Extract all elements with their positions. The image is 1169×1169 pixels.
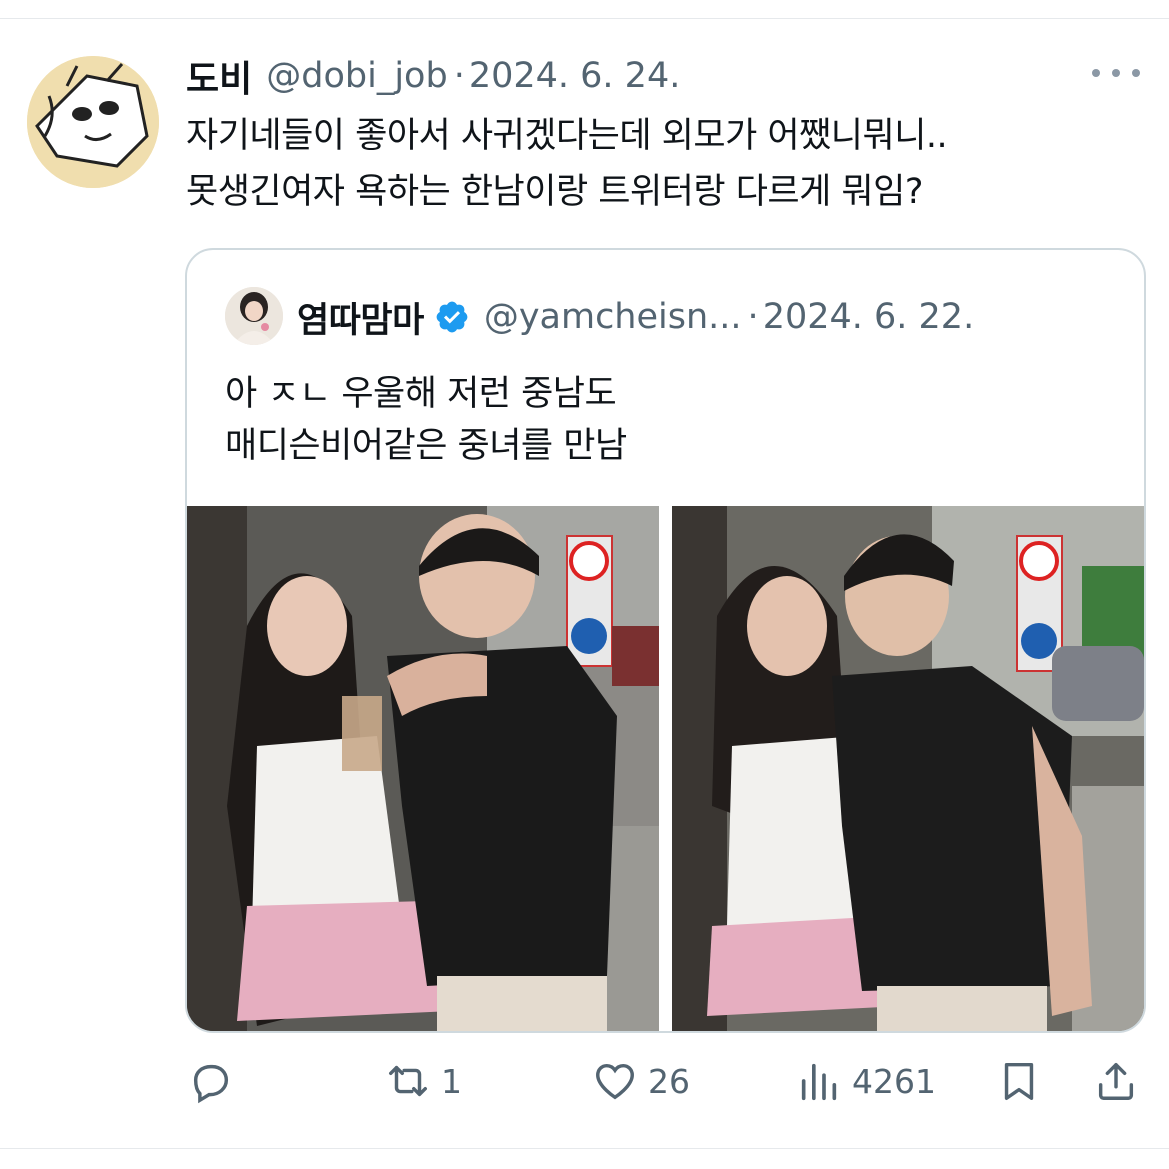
divider-bottom xyxy=(0,1148,1169,1149)
quoted-tweet[interactable]: 염따맘마 @yamcheisn... · 2024. 6. 22. 아 ㅈㄴ 우… xyxy=(185,248,1146,1033)
retweet-button[interactable]: 1 xyxy=(385,1058,462,1104)
tweet-text-line: 못생긴여자 욕하는 한남이랑 트위터랑 다르게 뭐임? xyxy=(186,172,923,212)
share-button[interactable] xyxy=(1093,1058,1139,1104)
bookmark-button[interactable] xyxy=(996,1058,1042,1104)
quote-author-avatar[interactable] xyxy=(225,287,283,345)
quote-author-name[interactable]: 염따맘마 xyxy=(297,292,424,343)
retweet-count: 1 xyxy=(441,1061,462,1101)
action-bar: 1 26 4261 xyxy=(0,1050,1169,1112)
retweet-icon xyxy=(389,1065,427,1097)
quote-photo-straw[interactable] xyxy=(187,506,659,1031)
divider-top xyxy=(0,18,1169,19)
like-count: 26 xyxy=(648,1061,690,1101)
quote-header-separator: · xyxy=(747,297,759,337)
views-count: 4261 xyxy=(852,1061,936,1101)
post-date[interactable]: 2024. 6. 24. xyxy=(469,56,681,96)
more-horizontal-icon[interactable] xyxy=(1092,62,1140,84)
verified-badge-icon xyxy=(436,301,468,333)
reply-button[interactable] xyxy=(188,1058,244,1104)
bookmark-icon xyxy=(1004,1062,1034,1100)
tweet-text: 자기네들이 좋아서 사귀겠다는데 외모가 어쨌니뭐니.. 못생긴여자 욕하는 한… xyxy=(186,108,1146,220)
reply-icon xyxy=(193,1064,229,1104)
tweet-text-line: 자기네들이 좋아서 사귀겠다는데 외모가 어쨌니뭐니.. xyxy=(186,116,948,156)
quote-photo-posing[interactable] xyxy=(672,506,1144,1031)
like-button[interactable]: 26 xyxy=(592,1058,690,1104)
tweet-header: 도비 @dobi_job · 2024. 6. 24. xyxy=(186,52,680,100)
views-button[interactable]: 4261 xyxy=(796,1058,936,1104)
author-avatar[interactable] xyxy=(27,56,159,188)
author-handle[interactable]: @dobi_job xyxy=(266,56,447,96)
author-name[interactable]: 도비 xyxy=(186,50,252,102)
heart-icon xyxy=(596,1063,634,1100)
quote-text: 아 ㅈㄴ 우울해 저런 중남도 매디슨비어같은 중녀를 만남 xyxy=(225,368,627,472)
quote-text-line: 매디슨비어같은 중녀를 만남 xyxy=(225,426,627,466)
quote-header: 염따맘마 @yamcheisn... · 2024. 6. 22. xyxy=(297,292,974,342)
header-separator: · xyxy=(453,56,465,96)
quote-text-line: 아 ㅈㄴ 우울해 저런 중남도 xyxy=(225,374,617,414)
quote-author-handle[interactable]: @yamcheisn... xyxy=(484,297,742,337)
quote-date[interactable]: 2024. 6. 22. xyxy=(763,297,975,337)
views-chart-icon xyxy=(801,1063,837,1101)
share-icon xyxy=(1098,1062,1134,1100)
